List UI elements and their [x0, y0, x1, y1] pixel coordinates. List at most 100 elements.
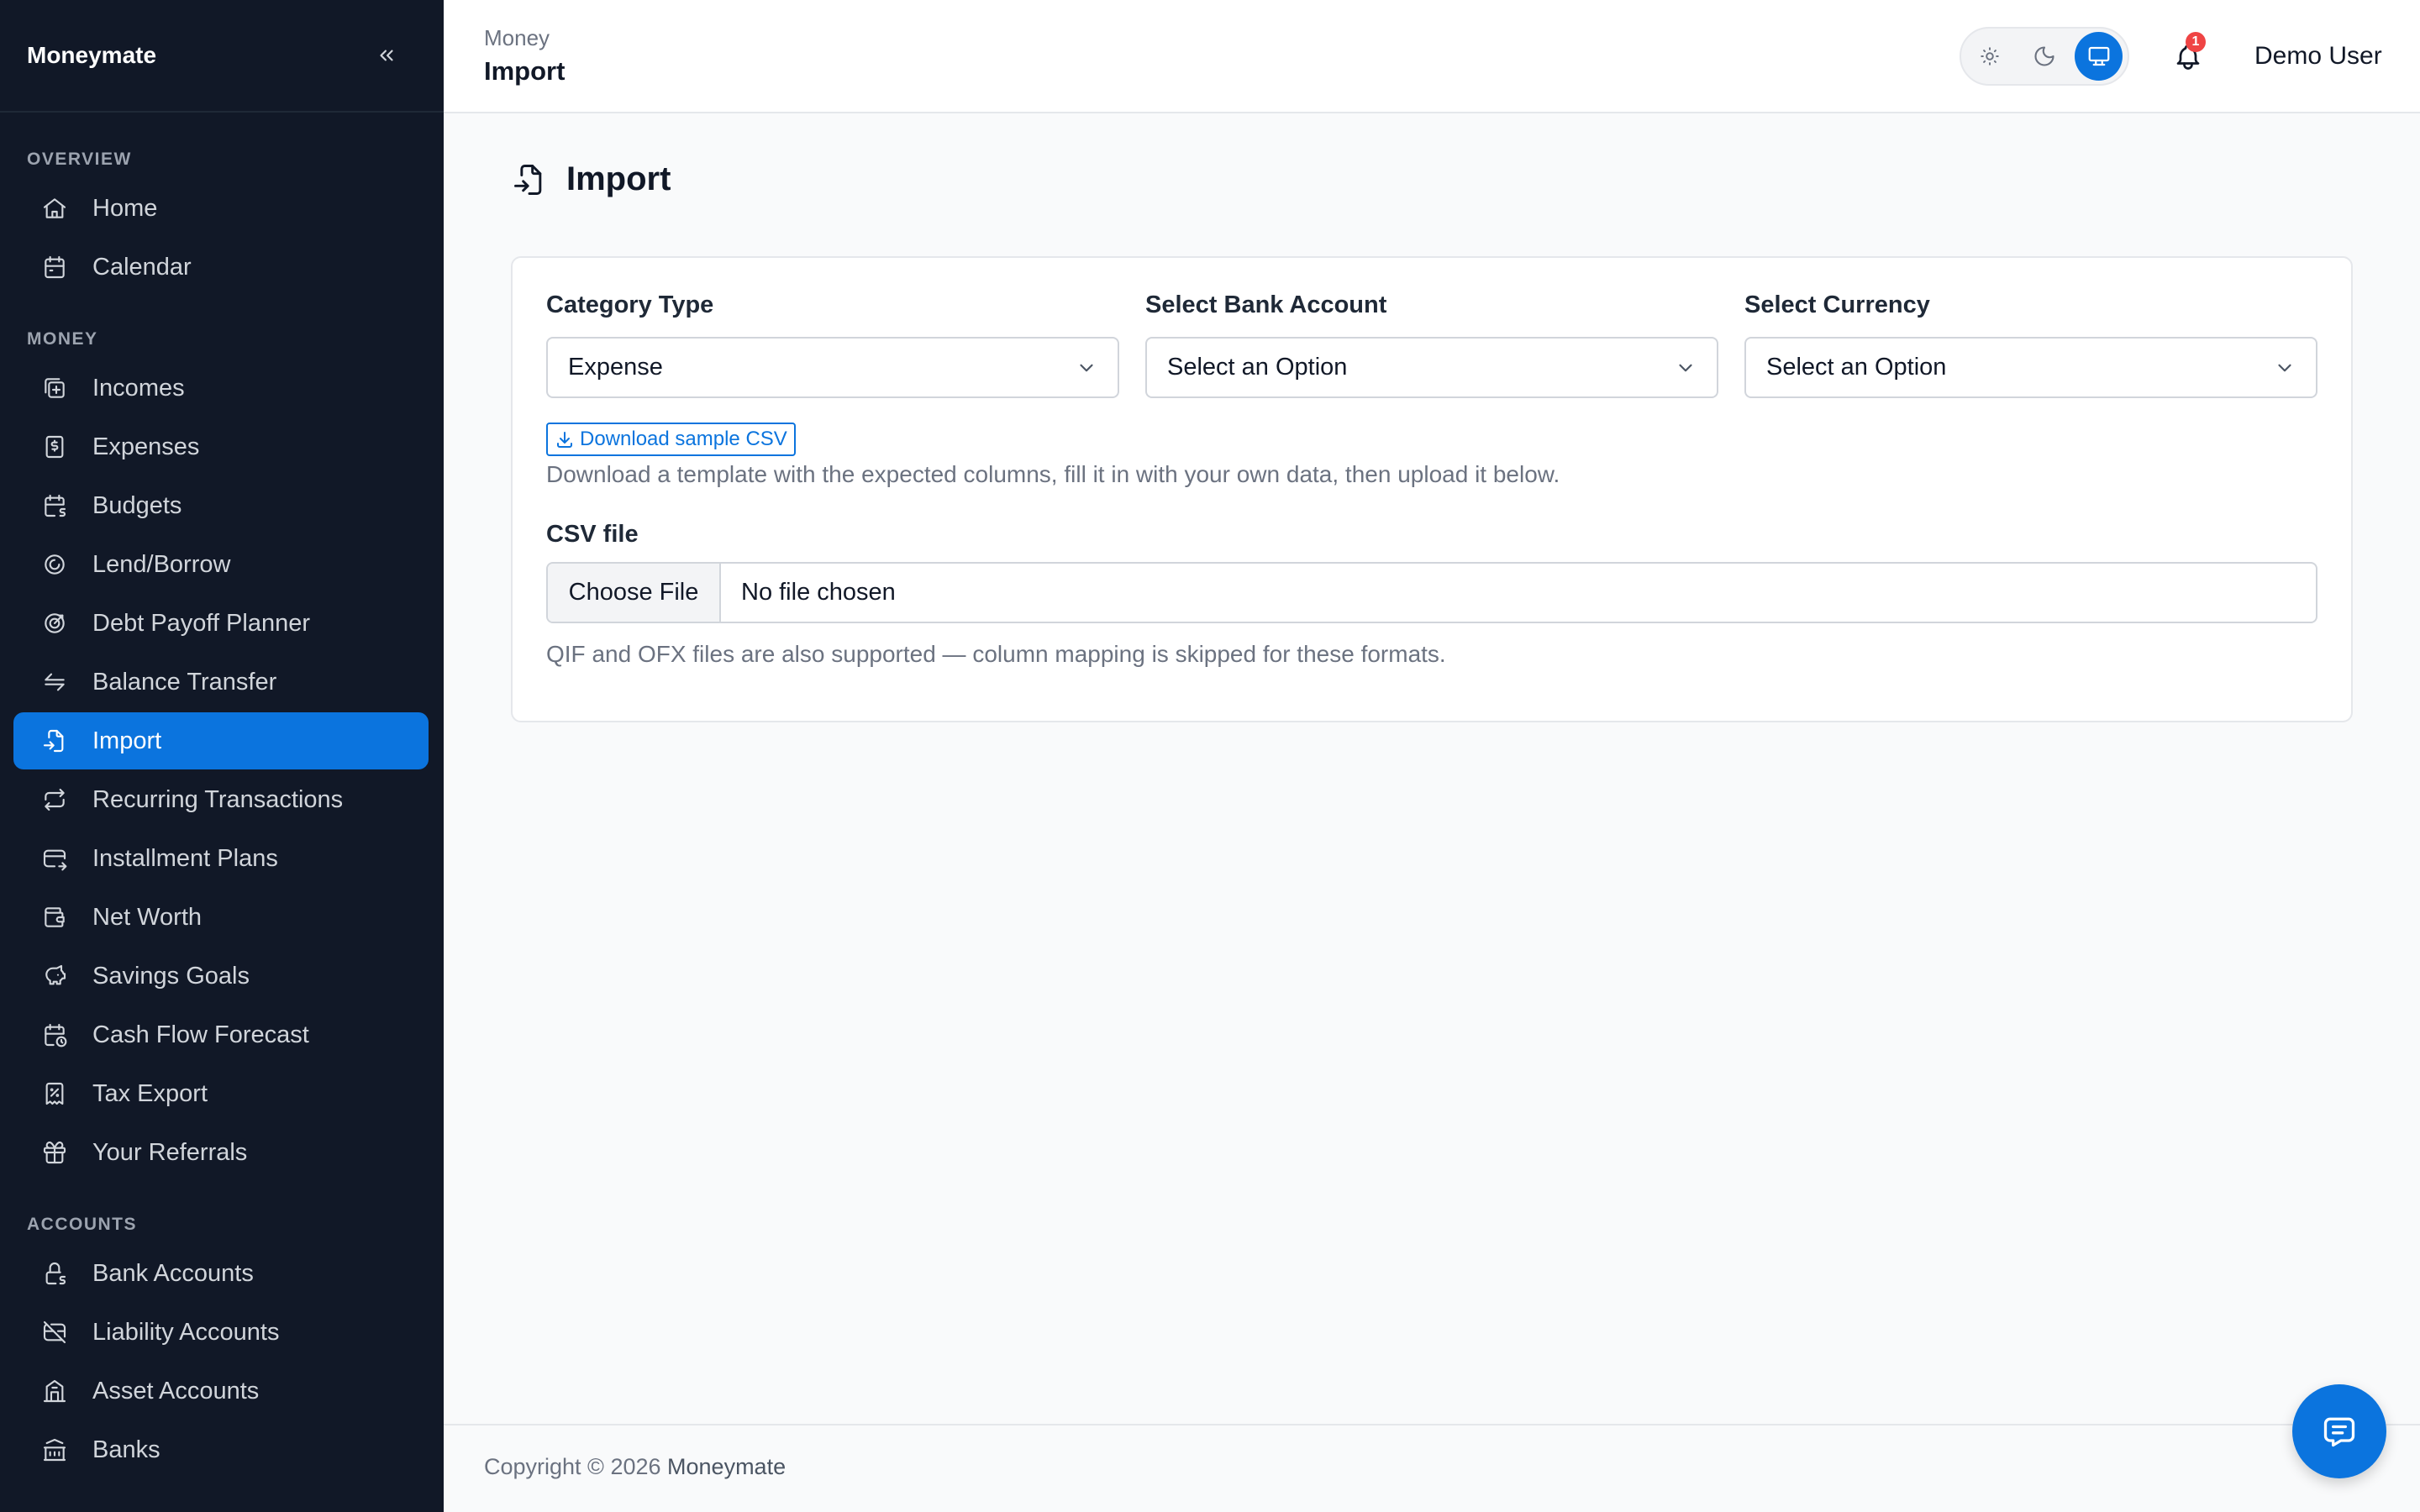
category-type-field: Category Type Expense	[546, 291, 1119, 398]
choose-file-button[interactable]: Choose File	[548, 564, 721, 622]
sidebar-item-net-worth[interactable]: Net Worth	[13, 889, 429, 946]
file-status-text: No file chosen	[741, 579, 896, 606]
sidebar-item-label: Calendar	[92, 253, 192, 281]
main-content: Import Category Type Expense Select Bank…	[444, 113, 2420, 1424]
sidebar-item-savings-goals[interactable]: Savings Goals	[13, 948, 429, 1005]
sidebar-item-cash-flow-forecast[interactable]: Cash Flow Forecast	[13, 1006, 429, 1063]
monitor-icon	[2088, 46, 2110, 66]
footer-copyright: Copyright © 2026 Moneymate	[484, 1454, 786, 1480]
breadcrumb-current: Import	[484, 56, 566, 86]
download-sample-csv-label: Download sample CSV	[580, 428, 787, 450]
bank-icon	[40, 1436, 69, 1464]
top-header: Money Import 1 Demo User	[444, 0, 2420, 113]
sidebar-section-accounts: ACCOUNTS	[27, 1215, 137, 1234]
chevron-down-icon	[2278, 364, 2291, 371]
page-title-text: Import	[566, 160, 671, 197]
sidebar-item-label: Cash Flow Forecast	[92, 1021, 309, 1048]
sidebar-item-calendar[interactable]: Calendar	[13, 239, 429, 296]
file-help-text: QIF and OFX files are also supported — c…	[546, 641, 1446, 667]
repeat-icon	[40, 785, 69, 814]
bank-account-label: Select Bank Account	[1145, 291, 1387, 318]
sidebar-item-label: Debt Payoff Planner	[92, 609, 311, 637]
sidebar-item-your-referrals[interactable]: Your Referrals	[13, 1124, 429, 1181]
bank-account-select[interactable]: Select an Option	[1145, 337, 1718, 398]
transfer-icon	[40, 668, 69, 696]
piggy-bank-icon	[40, 962, 69, 990]
currency-value: Select an Option	[1766, 354, 1947, 381]
chat-support-button[interactable]	[2292, 1384, 2386, 1478]
sidebar-item-home[interactable]: Home	[13, 180, 429, 237]
sidebar-item-label: Your Referrals	[92, 1138, 248, 1166]
sidebar-item-installment-plans[interactable]: Installment Plans	[13, 830, 429, 887]
target-icon	[40, 609, 69, 638]
sidebar-item-label: Lend/Borrow	[92, 550, 231, 578]
copyright-text: Copyright © 2026	[484, 1454, 661, 1479]
page-title: Import	[511, 160, 671, 198]
sidebar-section-overview: OVERVIEW	[27, 150, 132, 169]
wallet-icon	[40, 903, 69, 932]
sidebar-item-label: Banks	[92, 1436, 160, 1463]
sidebar-item-incomes[interactable]: Incomes	[13, 360, 429, 417]
sidebar-section-money: MONEY	[27, 329, 98, 349]
sidebar-item-label: Bank Accounts	[92, 1259, 254, 1287]
currency-label: Select Currency	[1744, 291, 1930, 318]
expense-icon	[40, 433, 69, 461]
sidebar-item-balance-transfer[interactable]: Balance Transfer	[13, 654, 429, 711]
sidebar-item-label: Home	[92, 194, 158, 222]
sidebar-item-tax-export[interactable]: Tax Export	[13, 1065, 429, 1122]
collapse-sidebar-button[interactable]	[371, 40, 402, 71]
currency-select[interactable]: Select an Option	[1744, 337, 2317, 398]
sidebar-item-banks[interactable]: Banks	[13, 1421, 429, 1478]
sidebar-item-label: Incomes	[92, 374, 185, 402]
home-icon	[40, 194, 69, 223]
sidebar-item-recurring-transactions[interactable]: Recurring Transactions	[13, 771, 429, 828]
sidebar-item-label: Savings Goals	[92, 962, 250, 990]
chevron-down-icon	[1080, 364, 1093, 371]
sidebar: Moneymate OVERVIEW Home Calendar MONEY I…	[0, 0, 444, 1512]
theme-toggle	[1960, 27, 2129, 86]
lend-borrow-icon	[40, 550, 69, 579]
category-type-select[interactable]: Expense	[546, 337, 1119, 398]
sidebar-item-budgets[interactable]: Budgets	[13, 477, 429, 534]
tax-icon	[40, 1079, 69, 1108]
sidebar-item-label: Import	[92, 727, 162, 754]
light-theme-button[interactable]	[1966, 32, 2014, 81]
chevron-down-icon	[1679, 364, 1692, 371]
currency-field: Select Currency Select an Option	[1744, 291, 2317, 398]
sidebar-item-label: Tax Export	[92, 1079, 208, 1107]
dark-theme-button[interactable]	[2021, 32, 2069, 81]
sidebar-item-label: Balance Transfer	[92, 668, 277, 696]
download-sample-csv-button[interactable]: Download sample CSV	[546, 423, 796, 456]
category-type-label: Category Type	[546, 291, 714, 318]
sidebar-item-label: Expenses	[92, 433, 200, 460]
category-type-value: Expense	[568, 354, 663, 381]
sidebar-item-label: Liability Accounts	[92, 1318, 280, 1346]
sidebar-item-liability-accounts[interactable]: Liability Accounts	[13, 1304, 429, 1361]
chevrons-left-icon	[380, 50, 393, 61]
sun-icon	[1981, 47, 2000, 66]
breadcrumb-parent[interactable]: Money	[484, 25, 550, 51]
footer: Copyright © 2026 Moneymate	[444, 1424, 2420, 1512]
sidebar-item-debt-payoff-planner[interactable]: Debt Payoff Planner	[13, 595, 429, 652]
income-icon	[40, 374, 69, 402]
moon-icon	[2034, 46, 2054, 66]
building-icon	[40, 1377, 69, 1405]
notification-count-badge: 1	[2186, 32, 2206, 52]
sidebar-item-import[interactable]: Import	[13, 712, 429, 769]
footer-brand-link[interactable]: Moneymate	[667, 1454, 786, 1479]
system-theme-button[interactable]	[2075, 32, 2123, 81]
sidebar-item-bank-accounts[interactable]: Bank Accounts	[13, 1245, 429, 1302]
sidebar-item-expenses[interactable]: Expenses	[13, 418, 429, 475]
download-help-text: Download a template with the expected co…	[546, 461, 1560, 487]
user-menu[interactable]: Demo User	[2254, 42, 2382, 71]
app-name: Moneymate	[27, 42, 157, 68]
sidebar-item-label: Asset Accounts	[92, 1377, 260, 1404]
bank-account-field: Select Bank Account Select an Option	[1145, 291, 1718, 398]
sidebar-item-label: Installment Plans	[92, 844, 278, 872]
bank-lock-icon	[40, 1259, 69, 1288]
calendar-clock-icon	[40, 1021, 69, 1049]
sidebar-item-lend-borrow[interactable]: Lend/Borrow	[13, 536, 429, 593]
sidebar-item-asset-accounts[interactable]: Asset Accounts	[13, 1362, 429, 1420]
csv-file-input[interactable]: Choose File No file chosen	[546, 562, 2317, 623]
chat-icon	[2323, 1417, 2355, 1447]
